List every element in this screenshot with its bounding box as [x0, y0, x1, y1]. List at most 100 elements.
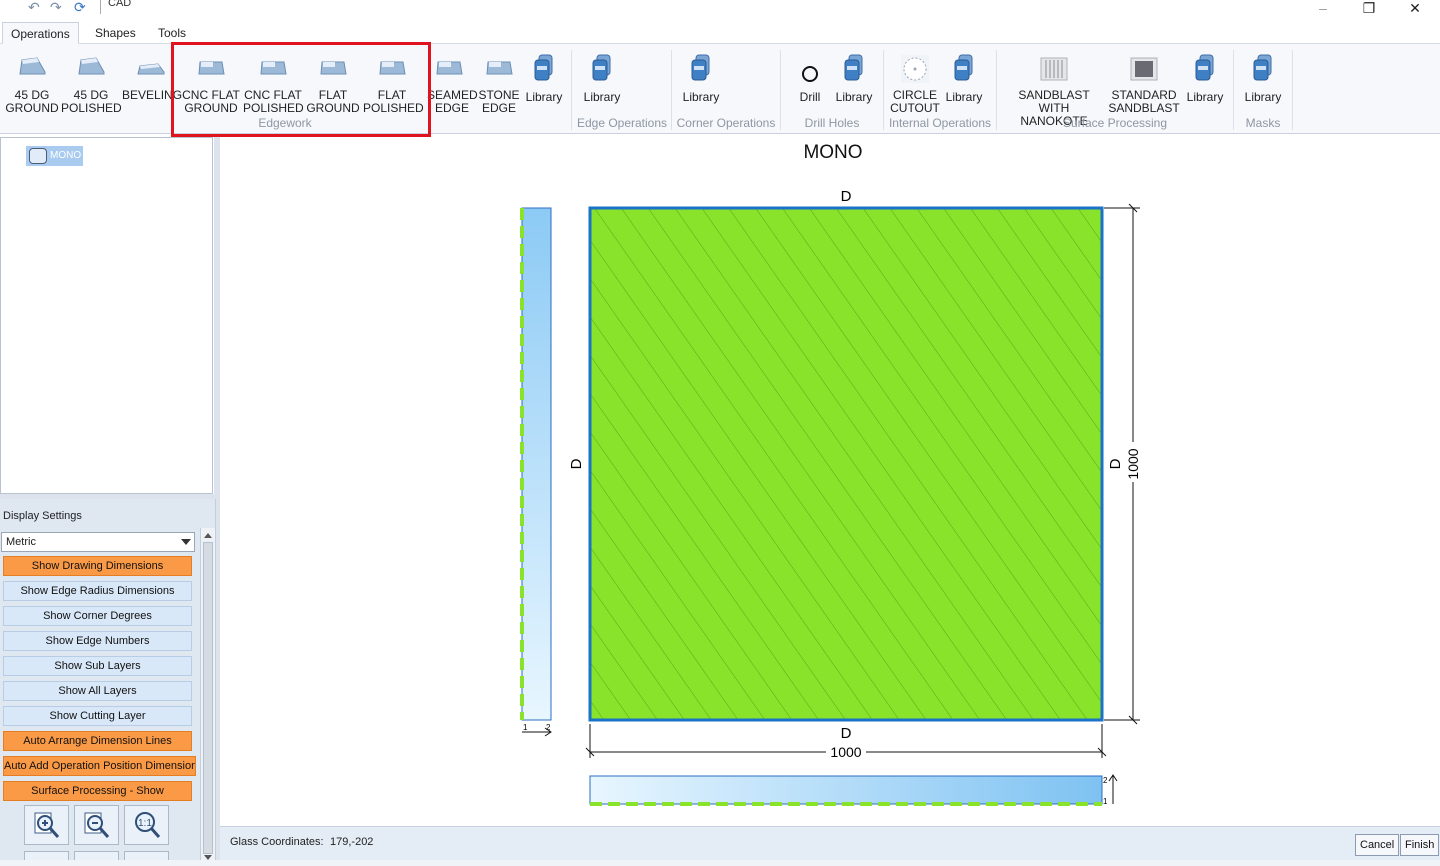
sandblast-texture-icon [1130, 57, 1158, 81]
zoom-in-icon [34, 812, 60, 838]
edgework-library-button[interactable]: Library [522, 50, 566, 118]
zoom-out-icon [84, 812, 110, 838]
button-label: SEAMED EDGE [427, 88, 478, 115]
edge-profile-icon [436, 61, 463, 75]
group-separator [1292, 50, 1293, 130]
library-icon [1253, 54, 1272, 81]
bottom-side-view [589, 775, 1103, 805]
bottom-edge [0, 860, 1440, 866]
scrollbar-thumb[interactable] [203, 542, 213, 854]
zoom-out-button[interactable] [74, 805, 119, 845]
ribbon-tab-row: Operations Shapes Tools [0, 20, 1440, 44]
group-label-internal-operations: Internal Operations [888, 116, 992, 130]
edge-profile-icon [78, 57, 105, 75]
display-toggle-show-sub-layers[interactable]: Show Sub Layers [3, 656, 192, 676]
edge-right-label: D [1107, 458, 1124, 469]
display-toggle-show-edge-numbers[interactable]: Show Edge Numbers [3, 631, 192, 651]
drill-button[interactable]: Drill [791, 50, 829, 118]
masks-library-button[interactable]: Library [1240, 50, 1286, 118]
finish-button[interactable]: Finish [1400, 834, 1440, 856]
layer-checkbox[interactable] [29, 148, 47, 164]
sandblast-nanokote-button[interactable]: SANDBLAST WITH NANOKOTE [1002, 50, 1106, 128]
restore-button[interactable]: ❐ [1354, 0, 1384, 18]
circle-cutout-button[interactable]: CIRCLE CUTOUT [888, 50, 942, 118]
edge-45dg-ground-button[interactable]: 45 DG GROUND [2, 50, 62, 118]
edge-seamed-button[interactable]: SEAMED EDGE [421, 50, 478, 118]
zoom-one-to-one-icon: 1:1 [135, 812, 161, 838]
button-label: Library [945, 90, 983, 104]
corner-operations-library-button[interactable]: Library [677, 50, 725, 118]
edge-beveling-button[interactable]: BEVELING [122, 50, 182, 118]
side-label-2: 2 [1103, 776, 1108, 785]
edge-flat-polished-button[interactable]: FLAT POLISHED [363, 50, 424, 118]
glass-shape[interactable] [588, 206, 1104, 722]
edge-profile-icon [137, 63, 165, 75]
edge-profile-icon [198, 61, 225, 75]
button-label: CNC FLAT GROUND [182, 88, 240, 115]
display-toggle-auto-arrange-dimension-lines[interactable]: Auto Arrange Dimension Lines [3, 731, 192, 751]
edge-45dg-polished-button[interactable]: 45 DG POLISHED [61, 50, 122, 118]
button-label: Library [835, 90, 873, 104]
edge-cnc-flat-ground-button[interactable]: CNC FLAT GROUND [181, 50, 241, 118]
edge-profile-icon [320, 61, 347, 75]
display-toggle-show-cutting-layer[interactable]: Show Cutting Layer [3, 706, 192, 726]
group-separator [780, 50, 781, 130]
edge-cnc-flat-polished-button[interactable]: CNC FLAT POLISHED [243, 50, 304, 118]
circle-cutout-icon [901, 55, 929, 83]
redo-icon[interactable]: ↷ [50, 0, 62, 14]
display-toggle-auto-add-operation-position-dimension[interactable]: Auto Add Operation Position Dimension [3, 756, 196, 776]
display-toggle-show-corner-degrees[interactable]: Show Corner Degrees [3, 606, 192, 626]
glass-drawing[interactable]: MONO 1 2 D D D D 1000 1000 2 1 [220, 134, 1440, 826]
button-label: FLAT GROUND [306, 88, 360, 115]
unit-select-value: Metric [6, 536, 36, 548]
title-bar: ↶ ↷ ⟳ CAD – ❐ ✕ [0, 0, 1440, 20]
button-label: FLAT POLISHED [363, 88, 424, 115]
standard-sandblast-button[interactable]: STANDARD SANDBLAST [1108, 50, 1180, 118]
unit-select[interactable]: Metric [1, 532, 195, 552]
display-toggle-show-drawing-dimensions[interactable]: Show Drawing Dimensions [3, 556, 192, 576]
display-toggle-show-edge-radius-dimensions[interactable]: Show Edge Radius Dimensions [3, 581, 192, 601]
scroll-up-icon[interactable] [204, 533, 212, 538]
button-label: Library [583, 90, 621, 104]
drill-hole-icon [799, 61, 821, 83]
edge-stone-button[interactable]: STONE EDGE [477, 50, 521, 118]
svg-text:1:1: 1:1 [138, 818, 152, 829]
drawing-canvas[interactable]: MONO 1 2 D D D D 1000 1000 2 1 [220, 134, 1440, 826]
undo-icon[interactable]: ↶ [28, 0, 40, 14]
group-separator [671, 50, 672, 130]
button-label: STANDARD SANDBLAST [1108, 88, 1180, 115]
edge-profile-icon [260, 61, 287, 75]
button-label: Library [682, 90, 720, 104]
internal-library-button[interactable]: Library [942, 50, 986, 118]
library-icon [691, 54, 710, 81]
zoom-in-button[interactable] [24, 805, 69, 845]
status-bar: Glass Coordinates: 179,-202 Cancel Finis… [220, 826, 1440, 860]
edge-operations-library-button[interactable]: Library [578, 50, 626, 118]
minimize-button[interactable]: – [1308, 0, 1338, 18]
settings-scrollbar[interactable] [200, 528, 215, 866]
close-button[interactable]: ✕ [1400, 0, 1430, 18]
display-toggle-show-all-layers[interactable]: Show All Layers [3, 681, 192, 701]
tab-shapes[interactable]: Shapes [87, 22, 144, 44]
refresh-icon[interactable]: ⟳ [74, 0, 86, 14]
surface-library-button[interactable]: Library [1183, 50, 1227, 118]
button-label: Library [1186, 90, 1224, 104]
drill-library-button[interactable]: Library [831, 50, 877, 118]
tab-tools[interactable]: Tools [150, 22, 194, 44]
ribbon: 45 DG GROUND 45 DG POLISHED BEVELING CNC… [0, 44, 1440, 134]
edge-top-label: D [841, 188, 852, 205]
cancel-button[interactable]: Cancel [1355, 834, 1400, 856]
tab-operations[interactable]: Operations [2, 22, 79, 44]
layer-tree-panel: MONO [0, 137, 213, 494]
library-icon [954, 54, 973, 81]
edge-flat-ground-button[interactable]: FLAT GROUND [304, 50, 362, 118]
display-settings-header: Display Settings [3, 510, 82, 522]
display-toggle-surface-processing-show[interactable]: Surface Processing - Show [3, 781, 192, 801]
height-dimension: 1000 [1125, 448, 1141, 479]
tree-item-label: MONO [50, 150, 82, 161]
zoom-actual-size-button[interactable]: 1:1 [124, 805, 169, 845]
side-label-1: 1 [1103, 797, 1108, 806]
side-label-1: 1 [523, 723, 528, 732]
tree-item-mono[interactable]: MONO [26, 146, 84, 166]
button-label: CIRCLE CUTOUT [890, 88, 940, 115]
